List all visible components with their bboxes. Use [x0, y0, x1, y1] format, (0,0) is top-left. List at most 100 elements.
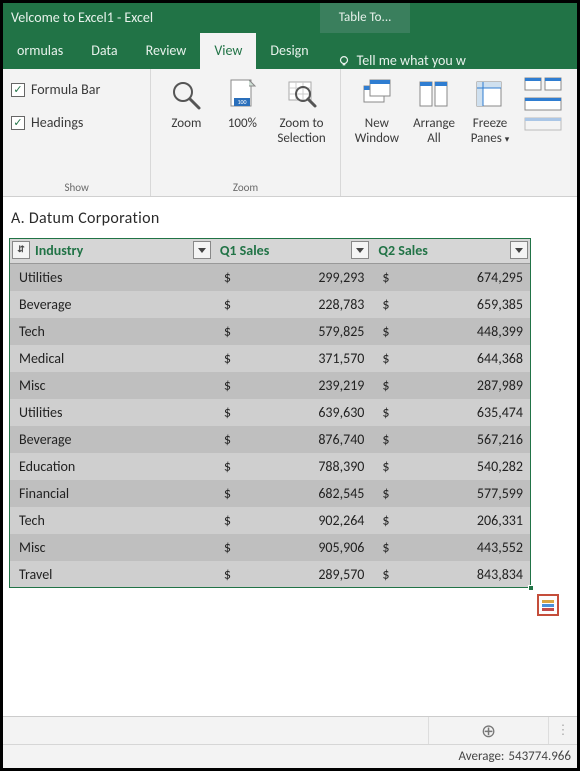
quick-analysis-button[interactable]	[537, 594, 559, 616]
cell-currency[interactable]: $	[214, 453, 241, 480]
tab-view[interactable]: View	[200, 33, 256, 69]
cell-industry[interactable]: Financial	[9, 480, 214, 507]
table-row[interactable]: Misc$239,219$287,989	[9, 372, 531, 399]
cell-industry[interactable]: Misc	[9, 372, 214, 399]
cell-q2[interactable]: 843,834	[399, 561, 531, 588]
cell-currency[interactable]: $	[214, 345, 241, 372]
tab-data[interactable]: Data	[77, 33, 131, 69]
tab-review[interactable]: Review	[132, 33, 201, 69]
cell-industry[interactable]: Utilities	[9, 399, 214, 426]
freeze-panes-button[interactable]: FreezePanes ▾	[463, 75, 517, 149]
cell-currency[interactable]: $	[372, 372, 399, 399]
cell-q2[interactable]: 644,368	[399, 345, 531, 372]
tab-formulas[interactable]: ormulas	[3, 33, 77, 69]
cell-currency[interactable]: $	[214, 264, 241, 292]
cell-currency[interactable]: $	[372, 291, 399, 318]
header-q1[interactable]: Q1 Sales	[214, 238, 373, 264]
filter-dropdown-icon[interactable]	[510, 241, 528, 259]
split-button[interactable]	[523, 75, 569, 93]
cell-q1[interactable]: 902,264	[241, 507, 373, 534]
zoom-to-selection-button[interactable]: Zoom toSelection	[271, 75, 331, 149]
cell-currency[interactable]: $	[214, 399, 241, 426]
table-row[interactable]: Beverage$876,740$567,216	[9, 426, 531, 453]
sheet-overflow-icon[interactable]: ⋮	[549, 723, 577, 738]
arrange-all-button[interactable]: ArrangeAll	[407, 75, 461, 149]
cell-q2[interactable]: 443,552	[399, 534, 531, 561]
cell-q2[interactable]: 659,385	[399, 291, 531, 318]
cell-q1[interactable]: 876,740	[241, 426, 373, 453]
hide-button[interactable]	[523, 95, 569, 113]
cell-industry[interactable]: Utilities	[9, 264, 214, 292]
sort-indicator-icon[interactable]: ⇵	[12, 241, 30, 259]
table-row[interactable]: Beverage$228,783$659,385	[9, 291, 531, 318]
cell-currency[interactable]: $	[372, 561, 399, 588]
cell-industry[interactable]: Travel	[9, 561, 214, 588]
cell-q1[interactable]: 299,293	[241, 264, 373, 292]
zoom-button[interactable]: Zoom	[159, 75, 213, 149]
cell-q1[interactable]: 371,570	[241, 345, 373, 372]
cell-q2[interactable]: 448,399	[399, 318, 531, 345]
cell-currency[interactable]: $	[214, 561, 241, 588]
cell-q1[interactable]: 639,630	[241, 399, 373, 426]
cell-currency[interactable]: $	[372, 507, 399, 534]
cell-industry[interactable]: Medical	[9, 345, 214, 372]
cell-currency[interactable]: $	[214, 507, 241, 534]
cell-q1[interactable]: 579,825	[241, 318, 373, 345]
cell-currency[interactable]: $	[214, 291, 241, 318]
table-row[interactable]: Tech$902,264$206,331	[9, 507, 531, 534]
cell-q2[interactable]: 635,474	[399, 399, 531, 426]
cell-currency[interactable]: $	[372, 399, 399, 426]
cell-currency[interactable]: $	[214, 534, 241, 561]
cell-currency[interactable]: $	[214, 480, 241, 507]
cell-currency[interactable]: $	[372, 264, 399, 292]
zoom-100-button[interactable]: 100 100%	[215, 75, 269, 149]
cell-q1[interactable]: 289,570	[241, 561, 373, 588]
cell-currency[interactable]: $	[372, 480, 399, 507]
new-window-button[interactable]: NewWindow	[349, 75, 405, 149]
cell-q2[interactable]: 206,331	[399, 507, 531, 534]
table-row[interactable]: Education$788,390$540,282	[9, 453, 531, 480]
cell-currency[interactable]: $	[372, 345, 399, 372]
cell-industry[interactable]: Tech	[9, 507, 214, 534]
tell-me-search[interactable]: Tell me what you w	[323, 52, 466, 69]
cell-industry[interactable]: Beverage	[9, 426, 214, 453]
filter-dropdown-icon[interactable]	[193, 241, 211, 259]
cell-currency[interactable]: $	[372, 426, 399, 453]
cell-currency[interactable]: $	[214, 426, 241, 453]
cell-q2[interactable]: 567,216	[399, 426, 531, 453]
cell-q1[interactable]: 788,390	[241, 453, 373, 480]
header-industry[interactable]: ⇵ Industry	[9, 238, 214, 264]
cell-currency[interactable]: $	[214, 318, 241, 345]
cell-q1[interactable]: 905,906	[241, 534, 373, 561]
cell-currency[interactable]: $	[372, 534, 399, 561]
sheet-tab-area[interactable]	[3, 717, 429, 744]
filter-dropdown-icon[interactable]	[351, 241, 369, 259]
table-row[interactable]: Misc$905,906$443,552	[9, 534, 531, 561]
cell-q2[interactable]: 674,295	[399, 264, 531, 292]
table-row[interactable]: Tech$579,825$448,399	[9, 318, 531, 345]
add-sheet-button[interactable]: ⊕	[429, 717, 549, 744]
table-row[interactable]: Medical$371,570$644,368	[9, 345, 531, 372]
selection-handle[interactable]	[528, 585, 534, 591]
contextual-tab-table-tools[interactable]: Table To...	[320, 3, 410, 33]
unhide-button[interactable]	[523, 115, 569, 133]
cell-q1[interactable]: 682,545	[241, 480, 373, 507]
table-row[interactable]: Utilities$299,293$674,295	[9, 264, 531, 292]
checkbox-headings[interactable]: ✓ Headings	[11, 114, 142, 131]
cell-q1[interactable]: 239,219	[241, 372, 373, 399]
table-row[interactable]: Travel$289,570$843,834	[9, 561, 531, 588]
data-table[interactable]: ⇵ Industry Q1 Sales Q2 Sales Utilities$2…	[9, 238, 531, 588]
tab-design[interactable]: Design	[256, 33, 322, 69]
cell-industry[interactable]: Tech	[9, 318, 214, 345]
cell-currency[interactable]: $	[372, 318, 399, 345]
cell-industry[interactable]: Education	[9, 453, 214, 480]
header-q2[interactable]: Q2 Sales	[372, 238, 531, 264]
cell-q2[interactable]: 287,989	[399, 372, 531, 399]
cell-industry[interactable]: Misc	[9, 534, 214, 561]
table-row[interactable]: Utilities$639,630$635,474	[9, 399, 531, 426]
cell-q2[interactable]: 540,282	[399, 453, 531, 480]
cell-industry[interactable]: Beverage	[9, 291, 214, 318]
cell-currency[interactable]: $	[372, 453, 399, 480]
cell-q1[interactable]: 228,783	[241, 291, 373, 318]
cell-currency[interactable]: $	[214, 372, 241, 399]
